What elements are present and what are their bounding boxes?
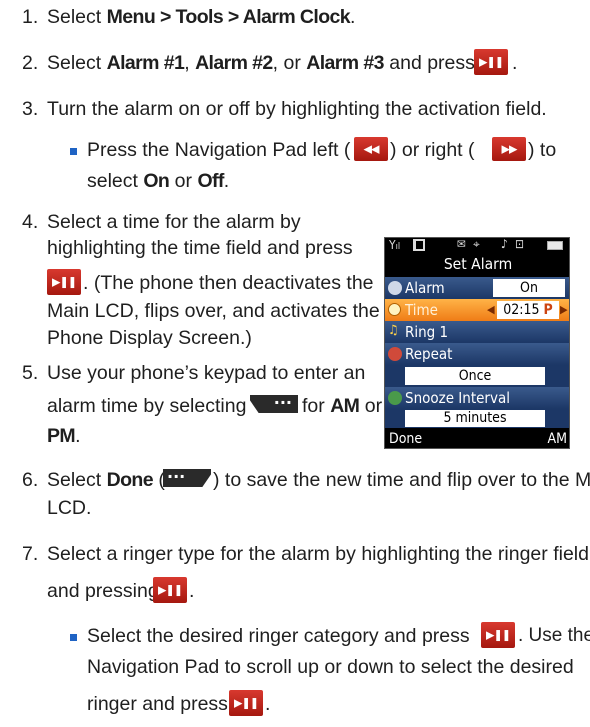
step-number: 2. <box>22 52 39 74</box>
snooze-value-row: 5 minutes <box>385 409 569 428</box>
snooze-row: Snooze Interval <box>385 387 569 409</box>
soft-key-done: Done <box>389 431 423 447</box>
step-number: 3. <box>22 98 39 120</box>
step-3-text: Turn the alarm on or off by highlighting… <box>47 98 547 120</box>
step-number: 4. <box>22 211 39 233</box>
gps-icon: ⌖ <box>473 237 480 251</box>
music-note-icon: ♫ <box>388 323 399 338</box>
lock-icon: ⊡ <box>515 237 525 251</box>
arrow-left-icon: ◀ <box>487 303 495 316</box>
step-1-text: Select Menu > Tools > Alarm Clock. <box>47 6 356 28</box>
menu-path: Menu > Tools > Alarm Clock <box>106 6 351 28</box>
play-pause-icon: ▶❚❚ <box>229 690 263 716</box>
arrow-right-icon: ▶ <box>560 303 568 316</box>
step-number: 5. <box>22 362 39 384</box>
play-pause-icon: ▶❚❚ <box>481 622 515 648</box>
phone-screenshot: Yıl ✉ ⌖ ♪ ⊡ Set Alarm Alarm On Time ◀ 02… <box>384 237 570 449</box>
time-value: 02:15 P <box>497 301 559 319</box>
step-number: 7. <box>22 543 39 565</box>
manual-page: 1. Select Menu > Tools > Alarm Clock. 2.… <box>22 6 590 716</box>
message-icon: ✉ <box>457 237 467 251</box>
soft-key-am: AM <box>547 431 567 447</box>
time-label: Time <box>405 301 438 319</box>
repeat-icon <box>388 347 402 361</box>
bullet-icon <box>70 148 77 155</box>
left-soft-key-icon: ··· <box>250 393 298 415</box>
battery-icon <box>547 241 563 250</box>
bullet-icon <box>70 634 77 641</box>
alarm-clock-icon <box>388 281 402 295</box>
play-pause-icon: ▶❚❚ <box>153 577 187 603</box>
step-number: 6. <box>22 469 39 491</box>
repeat-value-row: Once <box>385 365 569 387</box>
fast-forward-icon: ▶▶ <box>492 137 526 161</box>
step-3-sub-line-1: Press the Navigation Pad left ( <box>87 139 351 161</box>
clock-icon <box>388 303 401 316</box>
play-pause-icon: ▶❚❚ <box>474 49 508 75</box>
play-pause-icon: ▶❚❚ <box>47 269 81 295</box>
screen-title: Set Alarm <box>443 255 513 273</box>
right-soft-key-icon: ··· <box>163 467 211 489</box>
music-icon: ♪ <box>501 237 508 251</box>
rewind-icon: ◀◀ <box>354 137 388 161</box>
network-icon <box>413 239 425 251</box>
signal-icon: Yıl <box>389 238 401 252</box>
ring-row: ♫ Ring 1 <box>385 321 569 343</box>
alarm-value: On <box>493 279 565 297</box>
soft-key-bar: Done AM <box>385 428 569 448</box>
repeat-value: Once <box>405 367 545 385</box>
step-3-sub-line-2: select On or Off. <box>87 170 230 192</box>
snooze-icon <box>388 391 402 405</box>
time-row: Time ◀ 02:15 P ▶ <box>385 299 569 321</box>
snooze-value: 5 minutes <box>405 410 545 427</box>
repeat-row: Repeat <box>385 343 569 365</box>
alarm-row: Alarm On <box>385 277 569 299</box>
step-2-text: Select Alarm #1, Alarm #2, or Alarm #3 a… <box>47 52 475 74</box>
step-number: 1. <box>22 6 39 28</box>
status-bar: Yıl ✉ ⌖ ♪ ⊡ <box>385 237 569 255</box>
